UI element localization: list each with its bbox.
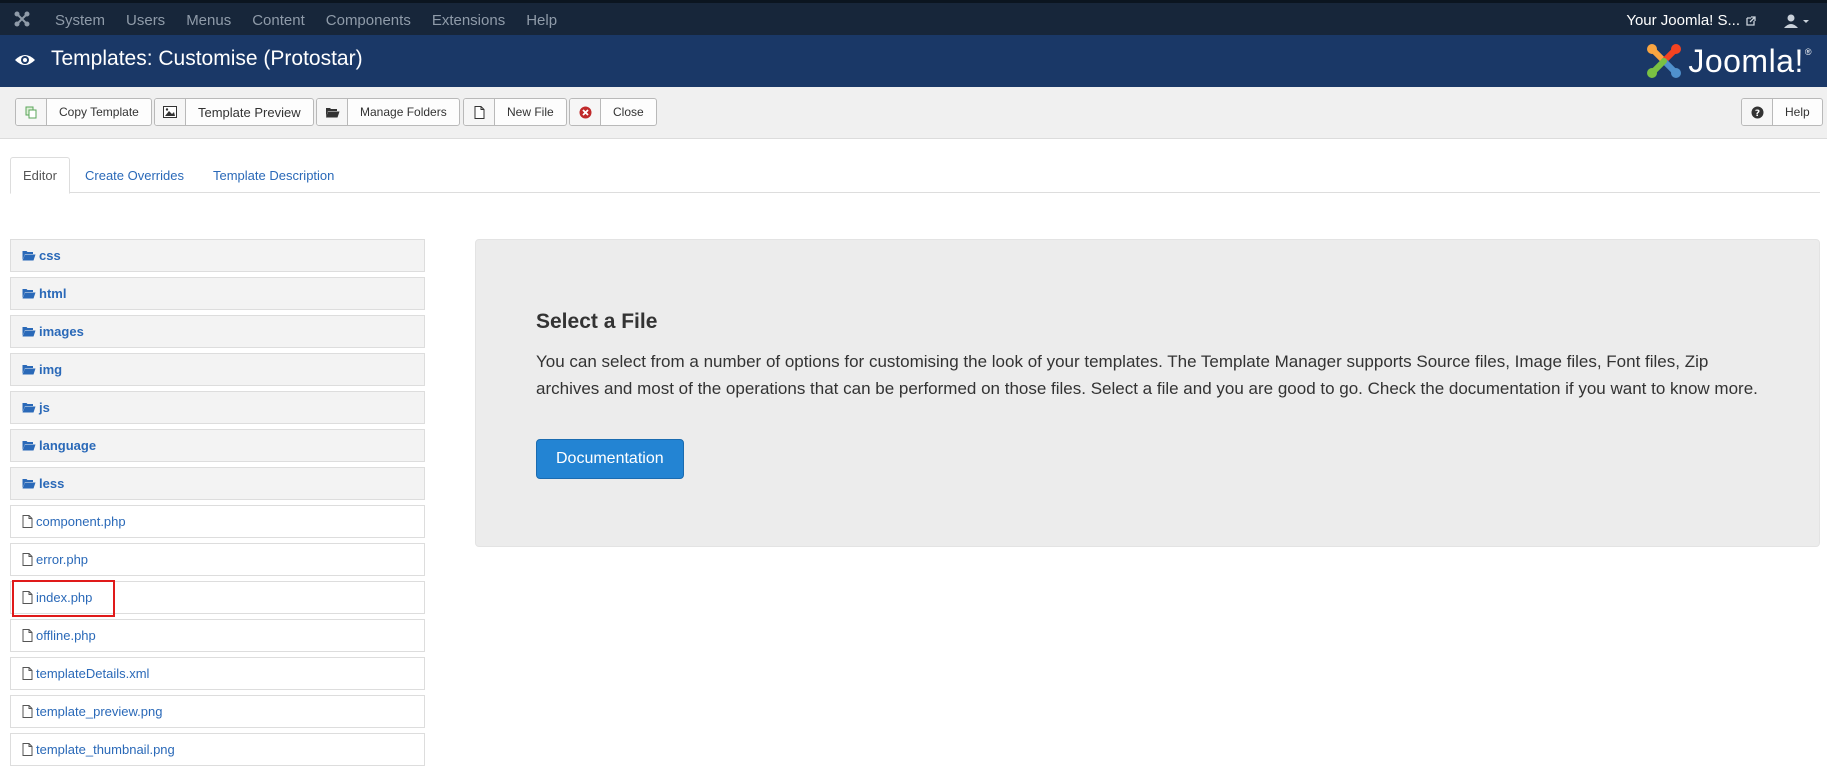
folder-open-icon: [22, 327, 36, 337]
image-icon: [155, 99, 186, 125]
template-preview-label: Template Preview: [198, 104, 301, 120]
page-header: Templates: Customise (Protostar) Joomla!…: [0, 35, 1827, 87]
file-label: index.php: [36, 590, 93, 605]
folder-css[interactable]: css: [10, 239, 425, 272]
folder-open-icon: [22, 365, 36, 375]
menu-users[interactable]: Users: [126, 12, 165, 29]
panel-description: You can select from a number of options …: [536, 352, 1758, 398]
close-button[interactable]: Close: [569, 98, 657, 126]
joomla-logo-icon: [1647, 44, 1682, 78]
copy-template-button[interactable]: Copy Template: [15, 98, 152, 126]
file-label: template_thumbnail.png: [36, 742, 175, 757]
file-icon: [22, 515, 33, 528]
file-index-php[interactable]: index.php: [10, 581, 425, 614]
svg-text:?: ?: [1754, 109, 1759, 119]
file-icon: [22, 591, 33, 604]
tab-create-overrides[interactable]: Create Overrides: [73, 157, 196, 193]
tab-editor[interactable]: Editor: [10, 157, 70, 194]
file-templatedetails-xml[interactable]: templateDetails.xml: [10, 657, 425, 690]
top-navbar: System Users Menus Content Components Ex…: [0, 0, 1827, 35]
file-icon: [22, 667, 33, 680]
copy-template-label: Copy Template: [59, 105, 139, 119]
folder-images[interactable]: images: [10, 315, 425, 348]
registered-mark: ®: [1804, 47, 1812, 57]
file-label: component.php: [36, 514, 126, 529]
menu-system[interactable]: System: [55, 12, 105, 29]
file-label: template_preview.png: [36, 704, 163, 719]
template-preview-button[interactable]: Template Preview: [154, 98, 314, 126]
help-button[interactable]: ? Help: [1741, 98, 1823, 126]
folder-html[interactable]: html: [10, 277, 425, 310]
file-icon: [464, 99, 495, 125]
file-label: offline.php: [36, 628, 96, 643]
folder-open-icon: [22, 441, 36, 451]
file-icon: [22, 553, 33, 566]
main-menu: System Users Menus Content Components Ex…: [55, 3, 578, 38]
folder-js[interactable]: js: [10, 391, 425, 424]
documentation-button[interactable]: Documentation: [536, 439, 684, 479]
file-icon: [22, 629, 33, 642]
folder-open-icon: [22, 403, 36, 413]
site-link[interactable]: Your Joomla! S...: [1626, 3, 1757, 38]
new-file-label: New File: [507, 105, 554, 119]
folder-label: language: [39, 438, 97, 453]
folder-label: html: [39, 286, 67, 301]
copy-icon: [16, 99, 47, 125]
file-error-php[interactable]: error.php: [10, 543, 425, 576]
folder-open-icon: [22, 289, 36, 299]
eye-icon: [15, 55, 35, 65]
question-icon: ?: [1742, 99, 1773, 125]
file-template-thumbnail-png[interactable]: template_thumbnail.png: [10, 733, 425, 766]
folder-img[interactable]: img: [10, 353, 425, 386]
file-label: templateDetails.xml: [36, 666, 150, 681]
site-link-label: Your Joomla! S...: [1626, 12, 1740, 29]
user-icon[interactable]: [1781, 13, 1811, 29]
menu-content[interactable]: Content: [252, 12, 305, 29]
close-label: Close: [613, 105, 644, 119]
tab-template-description[interactable]: Template Description: [201, 157, 346, 193]
toolbar: Copy Template Template Preview Manage Fo…: [0, 87, 1827, 139]
file-offline-php[interactable]: offline.php: [10, 619, 425, 652]
menu-menus[interactable]: Menus: [186, 12, 231, 29]
panel-heading: Select a File: [536, 310, 658, 333]
folder-label: img: [39, 362, 63, 377]
file-label: error.php: [36, 552, 89, 567]
help-label: Help: [1785, 105, 1810, 119]
folder-less[interactable]: less: [10, 467, 425, 500]
folder-label: images: [39, 324, 84, 339]
folder-open-icon: [22, 251, 36, 261]
menu-extensions[interactable]: Extensions: [432, 12, 505, 29]
folder-label: less: [39, 476, 65, 491]
select-file-panel: Select a File You can select from a numb…: [475, 239, 1820, 547]
joomla-icon[interactable]: [14, 11, 30, 27]
menu-components[interactable]: Components: [326, 12, 411, 29]
folder-label: css: [39, 248, 61, 263]
folder-language[interactable]: language: [10, 429, 425, 462]
file-icon: [22, 705, 33, 718]
editor-tabs: Editor Create Overrides Template Descrip…: [10, 157, 1820, 194]
joomla-brand: Joomla! ®: [1644, 41, 1812, 81]
file-component-php[interactable]: component.php: [10, 505, 425, 538]
manage-folders-button[interactable]: Manage Folders: [316, 98, 460, 126]
folder-label: js: [39, 400, 50, 415]
close-icon: [570, 99, 601, 125]
external-link-icon: [1746, 15, 1756, 26]
brand-text: Joomla!: [1688, 42, 1804, 79]
new-file-button[interactable]: New File: [463, 98, 567, 126]
file-template-preview-png[interactable]: template_preview.png: [10, 695, 425, 728]
folder-open-icon: [22, 479, 36, 489]
menu-help[interactable]: Help: [526, 12, 557, 29]
manage-folders-label: Manage Folders: [360, 105, 447, 119]
folder-open-icon: [317, 99, 348, 125]
file-icon: [22, 743, 33, 756]
page-title: Templates: Customise (Protostar): [51, 47, 363, 70]
